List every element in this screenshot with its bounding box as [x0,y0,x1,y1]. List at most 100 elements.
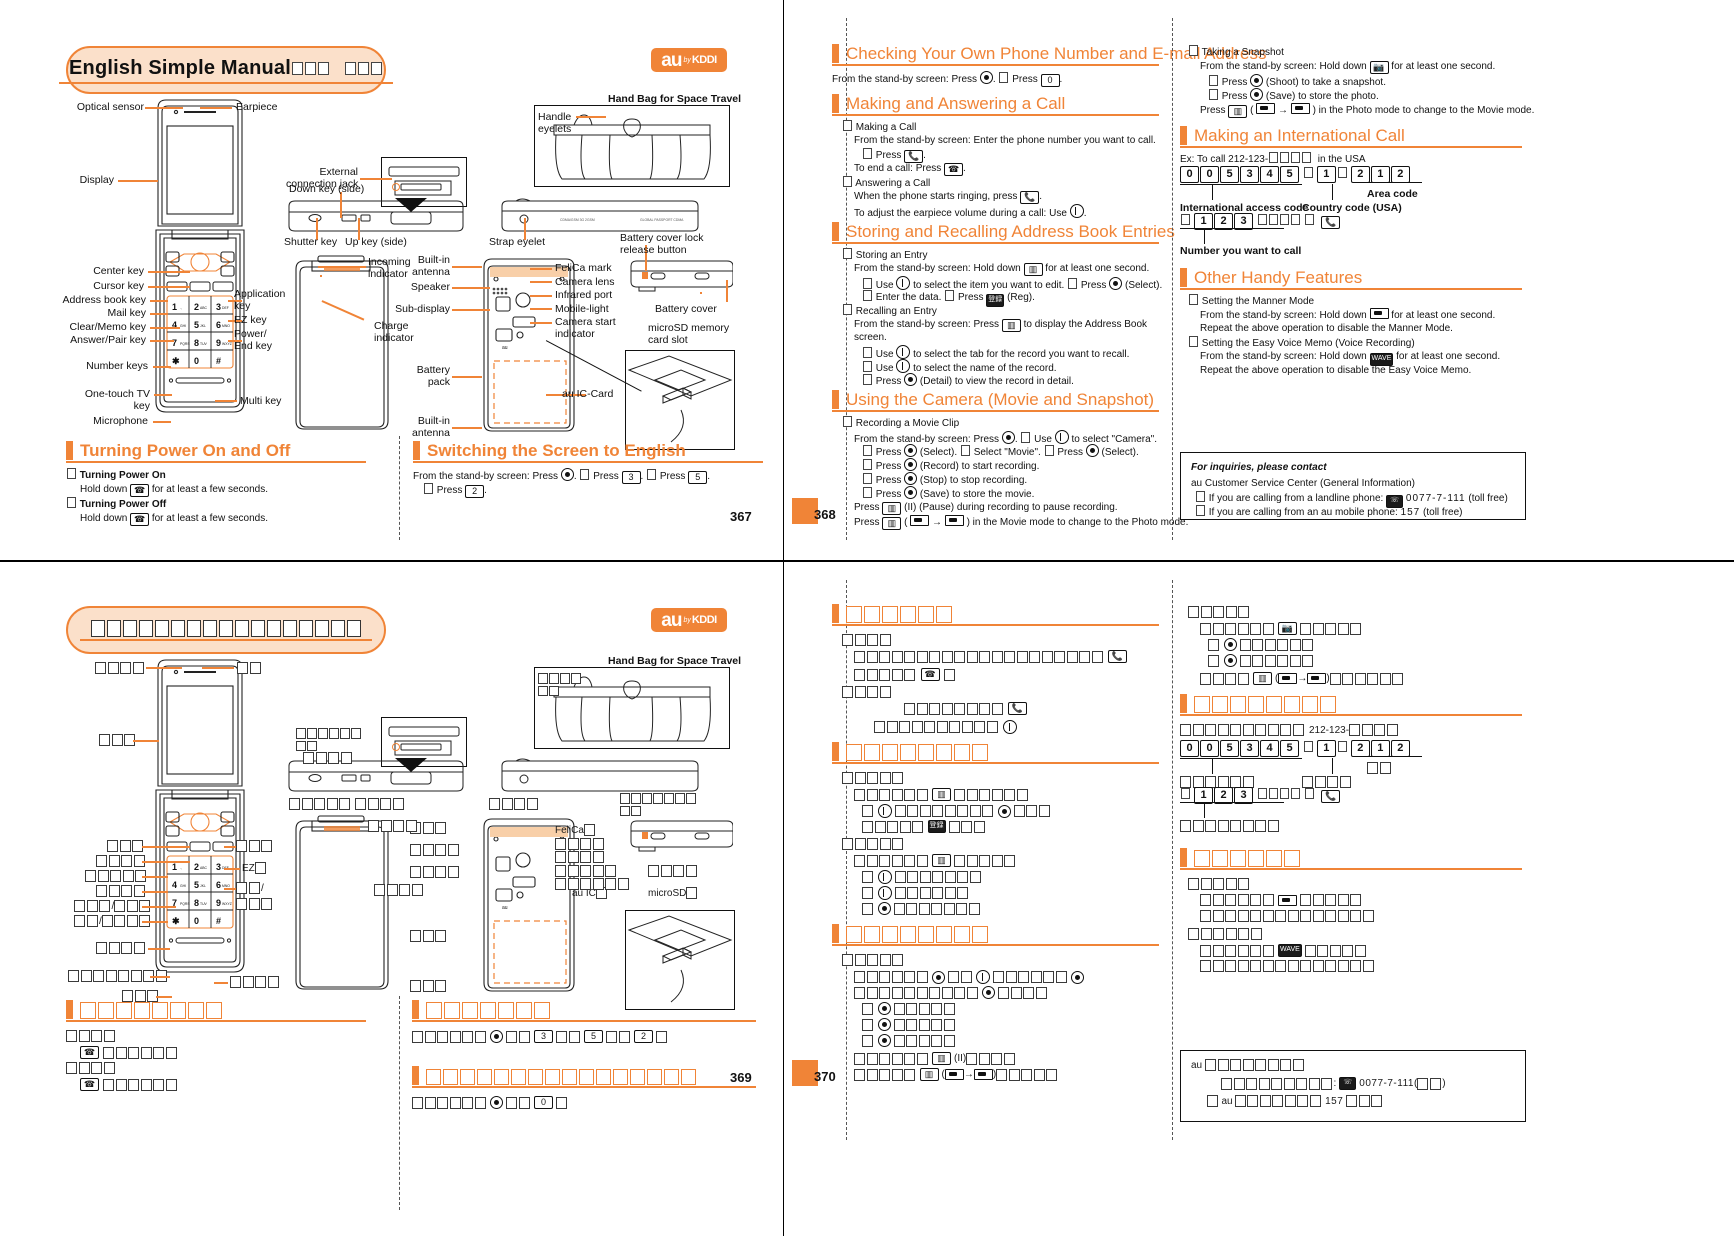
au-kddi-logo: au by KDDI [651,48,727,72]
leader-jp-2 [202,667,234,669]
svg-text:1: 1 [172,862,177,872]
label-jp-battery-pack [410,930,448,942]
camera-icon [1278,673,1298,684]
digit-box: 4 [1260,740,1279,757]
address-book-key-icon: ▥ [882,517,902,530]
camera-icon [944,1069,964,1080]
key-5-icon: 5 [688,471,708,484]
label-microphone: Microphone [93,415,148,427]
leader-battery-cover-v [726,280,728,302]
digit-box: 5 [1220,166,1239,183]
svg-text:GHI: GHI [180,324,186,328]
section-international-call: Making an International Call [1180,126,1522,148]
column-divider-370 [846,580,847,1140]
page-368-switching: Switching the Screen to English From the… [405,436,775,546]
page-368: 368 Checking Your Own Phone Number and E… [784,0,1734,560]
leader-jp-1 [146,667,182,669]
leader-infrared-port [530,295,552,297]
leader-jp-12 [156,996,172,998]
jp-370-e1 [1188,878,1251,890]
svg-text:JKL: JKL [200,884,206,888]
label-hand-bag: Hand Bag for Space Travel [608,93,742,105]
label-jp-camera-start [555,878,630,890]
label-microsd-slot: microSD memory card slot [648,322,730,346]
storing-entry-title: Storing an Entry [842,248,928,263]
jp-370-b8 [862,886,970,900]
making-call-line-1: From the stand-by screen: Enter the phon… [854,135,1156,146]
svg-text:9: 9 [216,898,221,908]
leader-jp-3 [133,740,159,742]
jp-370-b3 [862,804,1051,818]
page-number-370: 370 [814,1069,836,1084]
answering-call-title: Answering a Call [842,176,930,191]
recalling-entry-line-4: Press (Detail) to view the record in det… [862,373,1074,389]
cursor-key-icon [896,276,911,290]
center-key-icon [560,468,574,481]
section-jp-power [66,1000,366,1022]
label-center-key: Center key [93,265,144,277]
au-kddi-logo-jp: au by KDDI [651,608,727,632]
section-bar [1180,694,1187,713]
jp-370-e2 [1200,894,1363,906]
section-checking-phone-number: Checking Your Own Phone Number and E-mai… [832,44,1267,66]
jp-370-label-area [1367,762,1392,774]
svg-text:8: 8 [194,338,199,348]
bracket-jp-access-v [1212,758,1213,774]
label-strap-eyelet: Strap eyelet [489,236,546,248]
section-bar [412,1000,419,1019]
address-book-key-icon: ▥ [932,854,951,867]
section-bar [66,1000,73,1019]
svg-text:.,: ., [180,866,182,870]
digit-box: 4 [1260,166,1279,183]
recording-movie-line-5: Press (Save) to store the movie. [862,486,1034,502]
recalling-entry-line-1: From the stand-by screen: Press ▥ to dis… [854,319,1148,332]
center-key-icon [877,902,891,915]
jp-370-c3 [854,986,1048,999]
section-jp-370-international [1180,694,1522,716]
side-view-top-illustration [287,198,465,234]
label-felica-mark: FeliCa mark [555,262,612,274]
center-key-icon [1223,654,1237,667]
key-2-icon: 2 [465,485,485,498]
page-369: au by KDDI 1 2 3 4 5 6 7 8 9 ✱ 0 # ., AB… [0,562,783,1236]
digit-box: 0 [1180,166,1199,183]
recalling-entry-line-1b: screen. [854,332,887,343]
svg-text:ABC: ABC [200,306,208,310]
label-jp-multi-key-2 [230,976,280,988]
jp-370-c7: ▥ (II) [854,1052,1016,1065]
center-key-icon [932,970,945,984]
label-jp-address-key [85,870,148,882]
label-jp-microsd-slot: microSD [648,887,699,899]
label-jp-optical-sensor [95,662,145,674]
taking-snapshot-line-4: Press ▥ ( → ) in the Photo mode to chang… [1200,103,1535,118]
jp-370-a2: 📞 [854,650,1127,663]
key-0-icon: 0 [1040,74,1060,87]
section-jp-own-number [412,1066,756,1088]
digit-box: 1 [1316,740,1336,757]
page-number-368: 368 [814,507,836,522]
leader-multi-key [215,400,237,402]
leader-down-key-v [340,192,342,218]
label-address-book-key: Address book key [62,294,146,306]
label-battery-cover: Battery cover [655,303,717,315]
digit-box: 3 [1240,166,1259,183]
digit-box: 3 [1240,740,1259,757]
recording-movie-title: Recording a Movie Clip [842,416,959,431]
label-jp-ez-key: EZ [242,862,267,874]
label-jp-cursor-key [96,855,146,867]
label-up-key-side: Up key (side) [345,236,407,248]
leader-jp-5 [142,861,190,863]
inquiry-title: For inquiries, please contact [1191,462,1327,473]
svg-text:TUV: TUV [200,902,208,906]
manual-title-jp [80,619,372,641]
taking-snapshot-title: Taking a Snapshot [1188,45,1284,60]
handset-front-illustration: 123 456 789 ✱ 0 # ., ABC DEF GHI JKL MNO PQRS T… [140,96,260,426]
label-infrared-port: Infrared port [555,289,613,301]
label-jp-center-key2 [107,840,145,852]
leader-jp-10 [148,948,170,950]
cursor-key-icon [1003,720,1017,734]
key-3-icon: 3 [621,471,641,484]
label-one-touch-tv-key: One-touch TV key [84,388,150,412]
jp-370-c2 [854,970,1087,984]
digit-box: 1 [1370,166,1390,183]
